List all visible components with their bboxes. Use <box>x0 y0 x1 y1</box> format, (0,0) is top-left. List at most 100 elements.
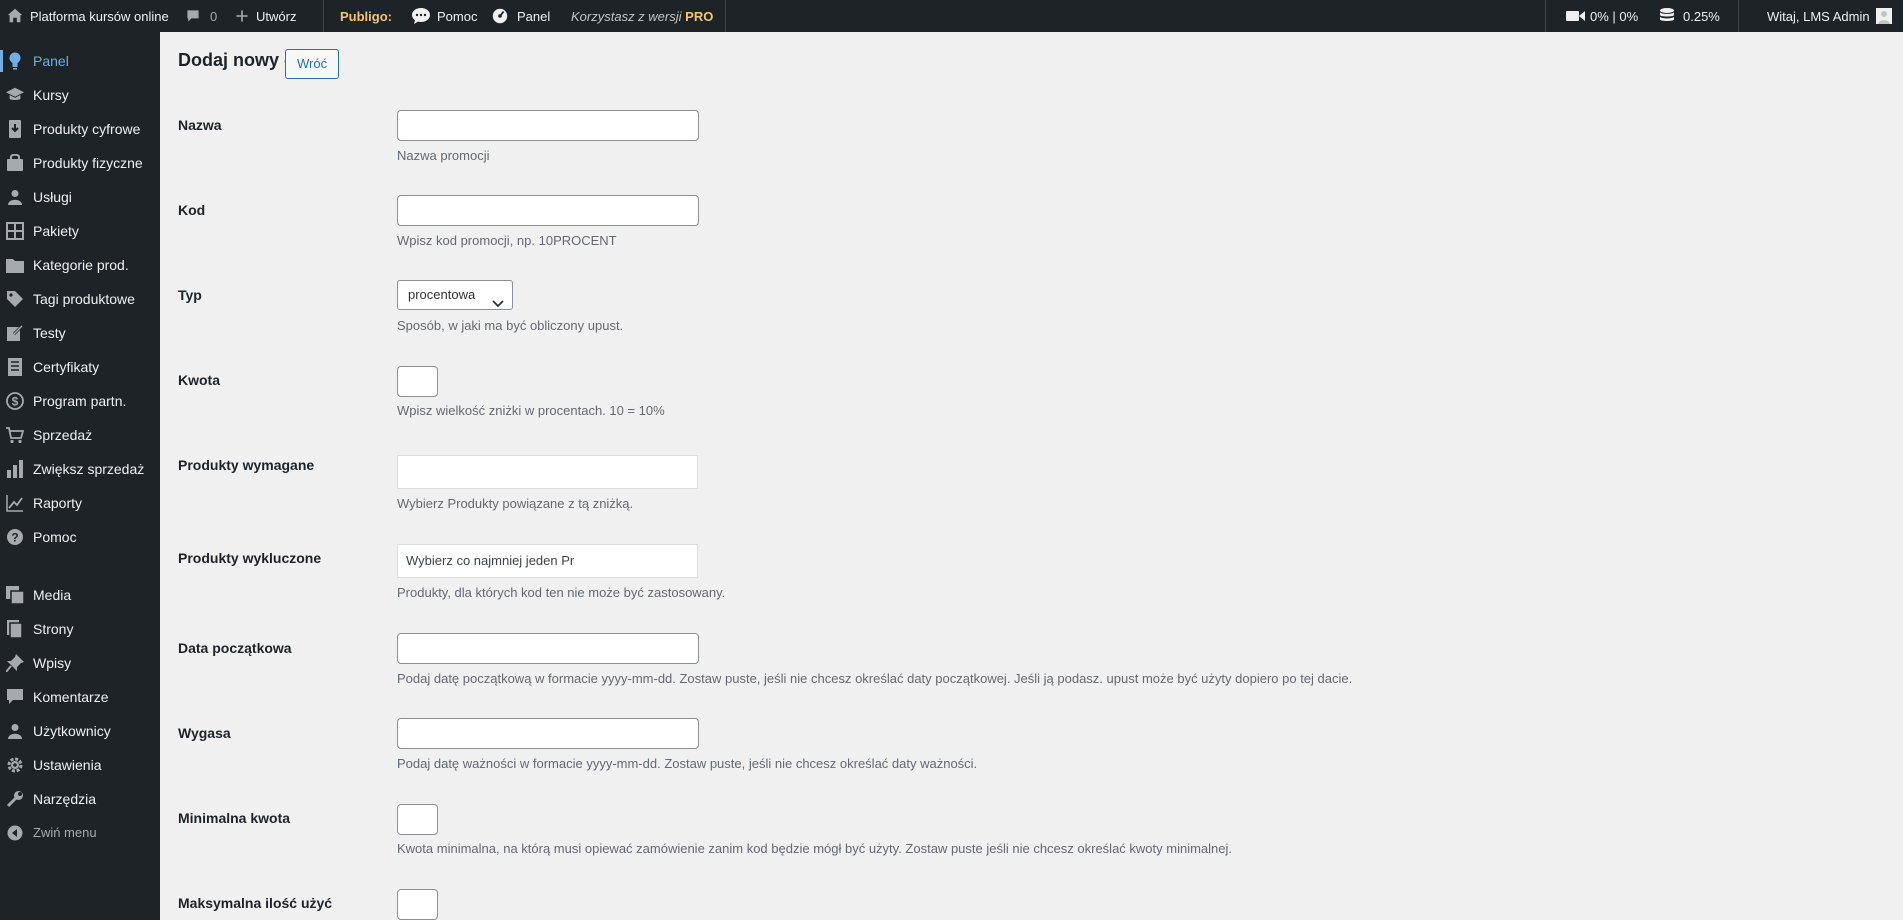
name-input[interactable] <box>397 110 699 141</box>
shopping-bag-icon <box>6 154 24 172</box>
admin-bar-divider <box>1738 0 1739 32</box>
code-input[interactable] <box>397 195 699 226</box>
video-stats: 0% | 0% <box>1566 0 1638 32</box>
sidebar-item-courses[interactable]: Kursy <box>0 78 160 112</box>
amount-description: Wpisz wielkość zniżki w procentach. 10 =… <box>397 403 665 418</box>
sidebar-item-settings[interactable]: Ustawienia <box>0 748 160 782</box>
pro-badge: PRO <box>685 8 714 24</box>
min-amount-input[interactable] <box>397 804 438 835</box>
comments-link[interactable]: 0 <box>185 0 217 32</box>
main-content: Dodaj nowy - Wróć Nazwa Nazwa promocji K… <box>160 32 1903 920</box>
sidebar-item-digital-products[interactable]: Produkty cyfrowe <box>0 112 160 146</box>
sidebar-item-packages[interactable]: Pakiety <box>0 214 160 248</box>
sidebar-item-affiliate-program[interactable]: $ Program partn. <box>0 384 160 418</box>
max-uses-input[interactable] <box>397 889 438 920</box>
sidebar-item-label: Media <box>33 587 72 603</box>
sidebar-item-services[interactable]: Usługi <box>0 180 160 214</box>
sidebar-item-product-categories[interactable]: Kategorie prod. <box>0 248 160 282</box>
svg-text:$: $ <box>12 395 19 409</box>
cart-icon <box>6 426 24 444</box>
expires-input[interactable] <box>397 718 699 749</box>
comments-count: 0 <box>210 8 218 24</box>
tag-icon <box>6 290 24 308</box>
back-button[interactable]: Wróć <box>285 49 340 79</box>
sidebar-item-label: Kategorie prod. <box>33 257 129 273</box>
name-label: Nazwa <box>178 117 222 133</box>
min-amount-label: Minimalna kwota <box>178 810 291 826</box>
graduation-cap-icon <box>6 86 24 104</box>
type-description: Sposób, w jaki ma być obliczony upust. <box>397 318 624 333</box>
sidebar-item-certificates[interactable]: Certyfikaty <box>0 350 160 384</box>
required-products-select[interactable] <box>397 455 698 489</box>
bar-chart-icon <box>6 460 24 478</box>
sidebar-item-label: Program partn. <box>33 393 127 409</box>
collapse-icon <box>6 824 24 842</box>
svg-text:?: ? <box>11 531 18 545</box>
required-products-description: Wybierz Produkty powiązane z tą zniżką. <box>397 496 634 511</box>
help-label: Pomoc <box>437 8 478 24</box>
start-date-description: Podaj datę początkową w formacie yyyy-mm… <box>397 671 1353 686</box>
sidebar-item-pages[interactable]: Strony <box>0 612 160 646</box>
storage-stats-value: 0.25% <box>1683 8 1720 24</box>
sidebar-item-label: Tagi produktowe <box>33 291 135 307</box>
pages-icon <box>6 620 24 638</box>
sidebar-item-label: Ustawienia <box>33 757 102 773</box>
sidebar-item-product-tags[interactable]: Tagi produktowe <box>0 282 160 316</box>
sidebar-item-posts[interactable]: Wpisy <box>0 646 160 680</box>
new-content-link[interactable]: Utwórz <box>234 0 296 32</box>
help-icon: ? <box>6 528 24 546</box>
admin-bar-divider <box>1545 0 1546 32</box>
sidebar-item-tests[interactable]: Testy <box>0 316 160 350</box>
sidebar-collapse-menu[interactable]: Zwiń menu <box>0 816 160 850</box>
sidebar-item-label: Komentarze <box>33 689 109 705</box>
storage-stats: 0.25% <box>1659 0 1720 32</box>
site-home-link[interactable]: Platforma kursów online <box>6 0 169 32</box>
settings-icon <box>6 756 24 774</box>
video-camera-icon <box>1566 9 1586 23</box>
lightbulb-icon <box>6 52 24 70</box>
video-stats-value: 0% | 0% <box>1590 8 1639 24</box>
folder-icon <box>6 256 24 274</box>
sidebar-item-label: Raporty <box>33 495 83 511</box>
sidebar-item-sales[interactable]: Sprzedaż <box>0 418 160 452</box>
greeting: Witaj, LMS Admin <box>1767 8 1870 24</box>
my-account-menu[interactable]: Witaj, LMS Admin <box>1767 0 1892 32</box>
sidebar-item-tools[interactable]: Narzędzia <box>0 782 160 816</box>
excluded-products-placeholder: Wybierz co najmniej jeden Pr <box>406 553 575 568</box>
comment-icon <box>6 688 24 706</box>
code-label: Kod <box>178 202 206 218</box>
code-description: Wpisz kod promocji, np. 10PROCENT <box>397 233 617 248</box>
comment-icon <box>185 8 201 24</box>
sidebar-item-label: Produkty cyfrowe <box>33 121 141 137</box>
excluded-products-label: Produkty wykluczone <box>178 550 322 566</box>
sidebar-item-reports[interactable]: Raporty <box>0 486 160 520</box>
amount-input[interactable] <box>397 366 438 397</box>
sidebar-item-boost-sales[interactable]: Zwiększ sprzedaż <box>0 452 160 486</box>
sidebar-item-physical-products[interactable]: Produkty fizyczne <box>0 146 160 180</box>
type-select[interactable]: procentowa <box>397 280 513 310</box>
sidebar-item-media[interactable]: Media <box>0 578 160 612</box>
sidebar-item-label: Usługi <box>33 189 72 205</box>
admin-bar: Platforma kursów online 0 Utwórz Publigo… <box>0 0 1903 32</box>
excluded-products-select[interactable]: Wybierz co najmniej jeden Pr <box>397 544 698 578</box>
pro-version-note: Korzystasz z wersji PRO <box>571 0 713 32</box>
amount-label: Kwota <box>178 372 220 388</box>
pro-note-text: Korzystasz z wersji <box>571 8 682 24</box>
dashboard-icon <box>491 7 509 25</box>
help-link[interactable]: Pomoc <box>411 0 477 32</box>
sidebar-item-help[interactable]: ? Pomoc <box>0 520 160 554</box>
edit-icon <box>6 324 24 342</box>
start-date-input[interactable] <box>397 633 699 664</box>
sidebar-item-label: Kursy <box>33 87 69 103</box>
sidebar-item-label: Certyfikaty <box>33 359 100 375</box>
start-date-label: Data początkowa <box>178 640 292 656</box>
chat-bubble-icon <box>411 7 431 25</box>
sidebar-item-users[interactable]: Użytkownicy <box>0 714 160 748</box>
sidebar-item-panel[interactable]: Panel <box>0 44 160 78</box>
sidebar-item-label: Wpisy <box>33 655 72 671</box>
sidebar-item-comments[interactable]: Komentarze <box>0 680 160 714</box>
name-description: Nazwa promocji <box>397 148 490 163</box>
home-icon <box>6 7 24 25</box>
panel-link[interactable]: Panel <box>491 0 550 32</box>
admin-bar-divider <box>725 0 726 32</box>
